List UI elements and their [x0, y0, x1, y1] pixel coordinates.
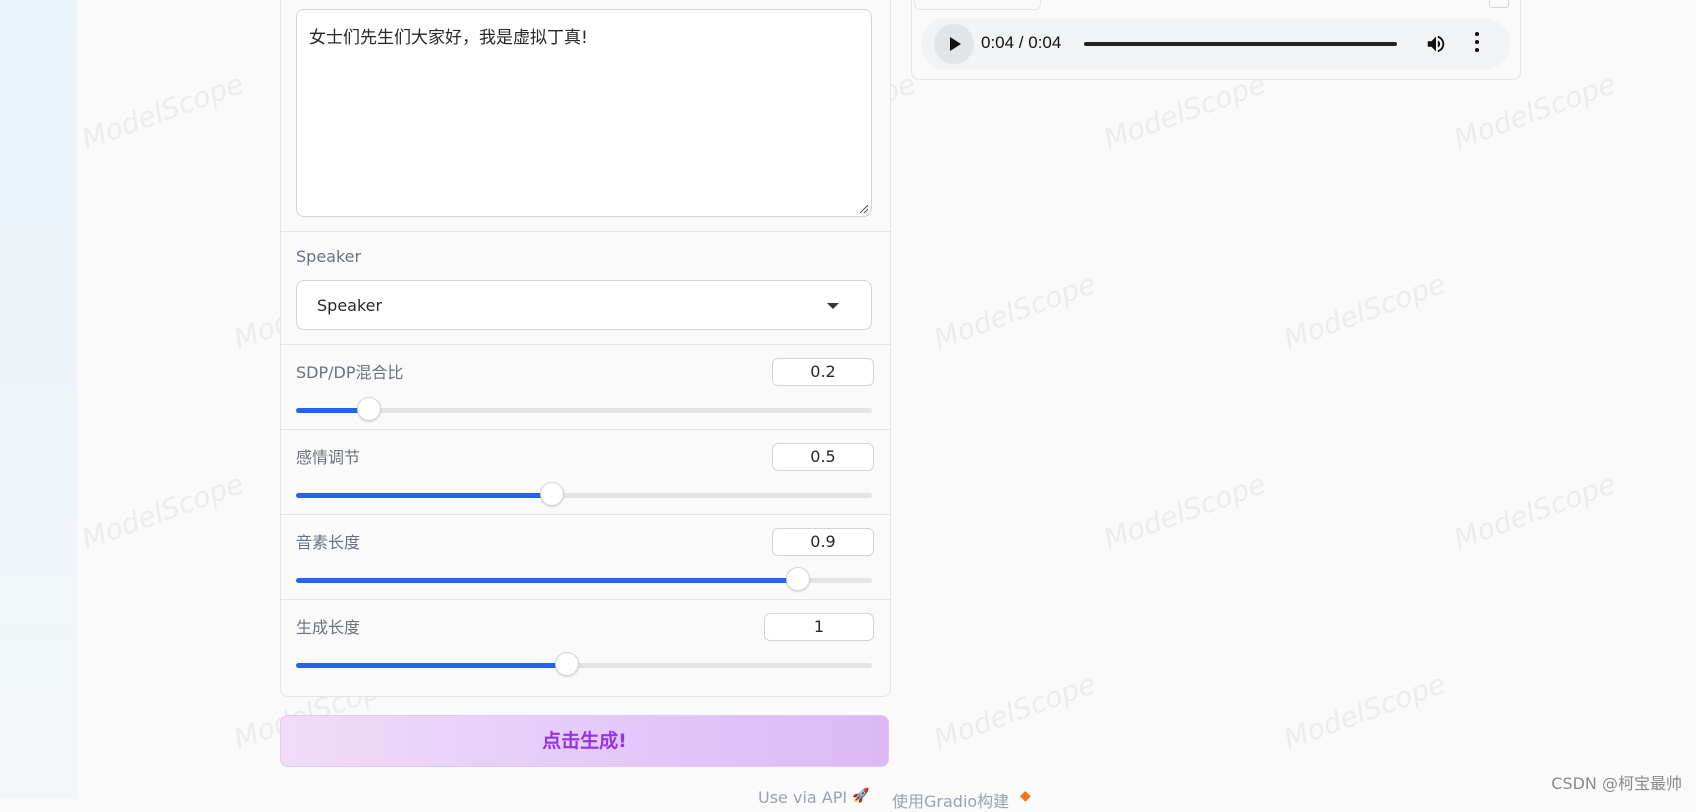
slider-track[interactable]: [296, 397, 872, 421]
slider-label: 生成长度: [296, 618, 361, 637]
audio-time: 0:04 / 0:04: [981, 33, 1062, 52]
play-button[interactable]: [934, 24, 974, 64]
audio-label-tab: [914, 0, 1041, 10]
slider-fill: [296, 578, 798, 583]
audio-player: 0:04 / 0:04: [921, 18, 1510, 70]
slider-track[interactable]: [296, 567, 872, 591]
slider-block-phoneme: 音素长度 0.9: [281, 514, 890, 600]
slider-thumb[interactable]: [785, 567, 810, 591]
slider-label: 感情调节: [296, 448, 361, 467]
slider-number-input[interactable]: 1: [764, 613, 874, 641]
rocket-icon: 🚀: [852, 788, 870, 804]
volume-icon[interactable]: [1425, 33, 1447, 55]
generate-button[interactable]: 点击生成!: [280, 715, 889, 767]
slider-track[interactable]: [296, 652, 872, 676]
slider-thumb[interactable]: [555, 652, 580, 676]
slider-block-emotion: 感情调节 0.5: [281, 429, 890, 515]
gradio-logo-icon: ◆: [1020, 788, 1031, 804]
slider-thumb[interactable]: [540, 482, 565, 506]
more-options-icon[interactable]: [1475, 32, 1479, 56]
text-input[interactable]: 女士们先生们大家好，我是虚拟丁真!: [296, 9, 872, 217]
slider-block-length: 生成长度 1: [281, 599, 890, 687]
text-input-value: 女士们先生们大家好，我是虚拟丁真!: [309, 28, 588, 48]
resize-handle-icon[interactable]: [860, 205, 868, 213]
left-gradient-strip: [0, 0, 77, 799]
play-icon: [950, 37, 961, 51]
slider-number-input[interactable]: 0.9: [772, 528, 874, 556]
audio-progress-bar[interactable]: [1084, 42, 1397, 46]
slider-fill: [296, 663, 568, 668]
slider-fill: [296, 493, 553, 498]
csdn-watermark: CSDN @柯宝最帅: [1551, 774, 1682, 793]
use-via-api-link[interactable]: Use via API: [758, 788, 847, 807]
slider-label: SDP/DP混合比: [296, 363, 404, 382]
dropdown-caret-icon: [827, 303, 839, 309]
built-with-gradio-link[interactable]: 使用Gradio构建: [892, 788, 1009, 812]
input-panel: 女士们先生们大家好，我是虚拟丁真! Speaker Speaker SDP/DP…: [280, 0, 891, 697]
speaker-block: Speaker Speaker: [281, 231, 890, 345]
speaker-label: Speaker: [296, 247, 362, 266]
slider-label: 音素长度: [296, 533, 361, 552]
slider-thumb[interactable]: [357, 397, 382, 421]
speaker-dropdown[interactable]: Speaker: [296, 280, 872, 330]
slider-block-sdp: SDP/DP混合比 0.2: [281, 344, 890, 430]
speaker-selected-value: Speaker: [317, 296, 383, 315]
slider-track[interactable]: [296, 482, 872, 506]
slider-number-input[interactable]: 0.2: [772, 358, 874, 386]
slider-number-input[interactable]: 0.5: [772, 443, 874, 471]
download-icon[interactable]: [1489, 0, 1509, 8]
